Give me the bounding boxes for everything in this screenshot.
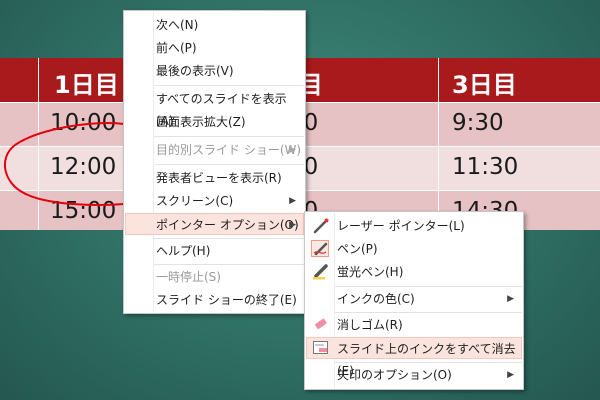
menu-item-help[interactable]: ヘルプ(H) [125, 240, 304, 262]
table-cell: 9:30 [452, 110, 504, 136]
eraser-icon [315, 318, 327, 330]
chevron-right-icon: ▶ [507, 294, 514, 304]
menu-item-label: 前へ(P) [156, 41, 197, 55]
menu-item-label: スクリーン(C) [156, 194, 234, 208]
menu-item-label: 目的別スライド ショー(W) [156, 143, 302, 157]
menu-item-label: 次へ(N) [156, 18, 199, 32]
menu-separator [154, 238, 304, 239]
menu-separator [154, 85, 304, 86]
chevron-right-icon: ▶ [289, 220, 296, 230]
table-cell: 11:30 [452, 154, 519, 180]
menu-separator [335, 312, 522, 313]
submenu-item-laser-pointer[interactable]: レーザー ポインター(L) [306, 215, 522, 237]
table-cell: 12:00 [50, 154, 117, 180]
menu-item-label: スライド ショーの終了(E) [156, 293, 297, 307]
submenu-item-highlighter[interactable]: 蛍光ペン(H) [306, 261, 522, 283]
submenu-item-erase-all-ink[interactable]: スライド上のインクをすべて消去(E) [306, 337, 522, 378]
table-cell: 10:00 [50, 110, 117, 136]
header-day1: 1日目 [54, 71, 119, 99]
menu-item-custom-show: 目的別スライド ショー(W) ▶ [125, 139, 304, 161]
menu-item-pause: 一時停止(S) [125, 266, 304, 288]
header-day3: 3日目 [452, 71, 517, 99]
menu-item-label: ヘルプ(H) [156, 244, 211, 258]
laser-pointer-icon [313, 218, 329, 234]
menu-item-label: レーザー ポインター(L) [337, 219, 465, 233]
menu-item-label: ポインター オプション(O) [156, 218, 299, 232]
menu-item-last-viewed[interactable]: 最後の表示(V) [125, 60, 304, 82]
menu-item-label: インクの色(C) [337, 292, 415, 306]
menu-item-presenter-view[interactable]: 発表者ビューを表示(R) [125, 167, 304, 189]
menu-item-label: 発表者ビューを表示(R) [156, 171, 282, 185]
table-divider [38, 58, 39, 230]
submenu-item-arrow-options[interactable]: 矢印のオプション(O) ▶ [306, 364, 522, 386]
menu-item-next[interactable]: 次へ(N) [125, 14, 304, 36]
menu-item-zoom[interactable]: 画面表示拡大(Z) [125, 111, 304, 133]
pen-icon [313, 242, 328, 256]
menu-separator [335, 286, 522, 287]
submenu-item-eraser[interactable]: 消しゴム(R) [306, 314, 522, 336]
chevron-right-icon: ▶ [507, 370, 514, 380]
table-divider [438, 58, 439, 230]
menu-item-label: 最後の表示(V) [156, 64, 234, 78]
submenu-item-ink-color[interactable]: インクの色(C) ▶ [306, 288, 522, 310]
menu-item-label: 一時停止(S) [156, 270, 221, 284]
menu-separator [154, 136, 304, 137]
menu-separator [154, 164, 304, 165]
menu-item-end-show[interactable]: スライド ショーの終了(E) [125, 289, 304, 311]
menu-item-see-all-slides[interactable]: すべてのスライドを表示(A) [125, 88, 304, 128]
slideshow-context-menu: 次へ(N) 前へ(P) 最後の表示(V) すべてのスライドを表示(A) 画面表示… [123, 10, 306, 314]
table-cell: 15:00 [50, 198, 117, 224]
menu-item-label: 消しゴム(R) [337, 318, 403, 332]
menu-item-pointer-options[interactable]: ポインター オプション(O) ▶ [125, 213, 304, 235]
menu-item-label: 矢印のオプション(O) [337, 368, 452, 382]
menu-item-previous[interactable]: 前へ(P) [125, 37, 304, 59]
erase-all-ink-icon [313, 341, 328, 354]
chevron-right-icon: ▶ [289, 145, 296, 155]
menu-item-label: 蛍光ペン(H) [337, 265, 404, 279]
menu-item-screen[interactable]: スクリーン(C) ▶ [125, 190, 304, 212]
menu-separator [154, 264, 304, 265]
chevron-right-icon: ▶ [289, 196, 296, 206]
menu-item-label: 画面表示拡大(Z) [156, 115, 246, 129]
submenu-item-pen[interactable]: ペン(P) [306, 238, 522, 260]
pointer-options-submenu: レーザー ポインター(L) ペン(P) 蛍光ペン(H) インクの色(C) ▶ 消… [304, 211, 524, 390]
highlighter-icon [313, 264, 328, 280]
menu-item-label: ペン(P) [337, 242, 378, 256]
menu-separator [335, 362, 522, 363]
